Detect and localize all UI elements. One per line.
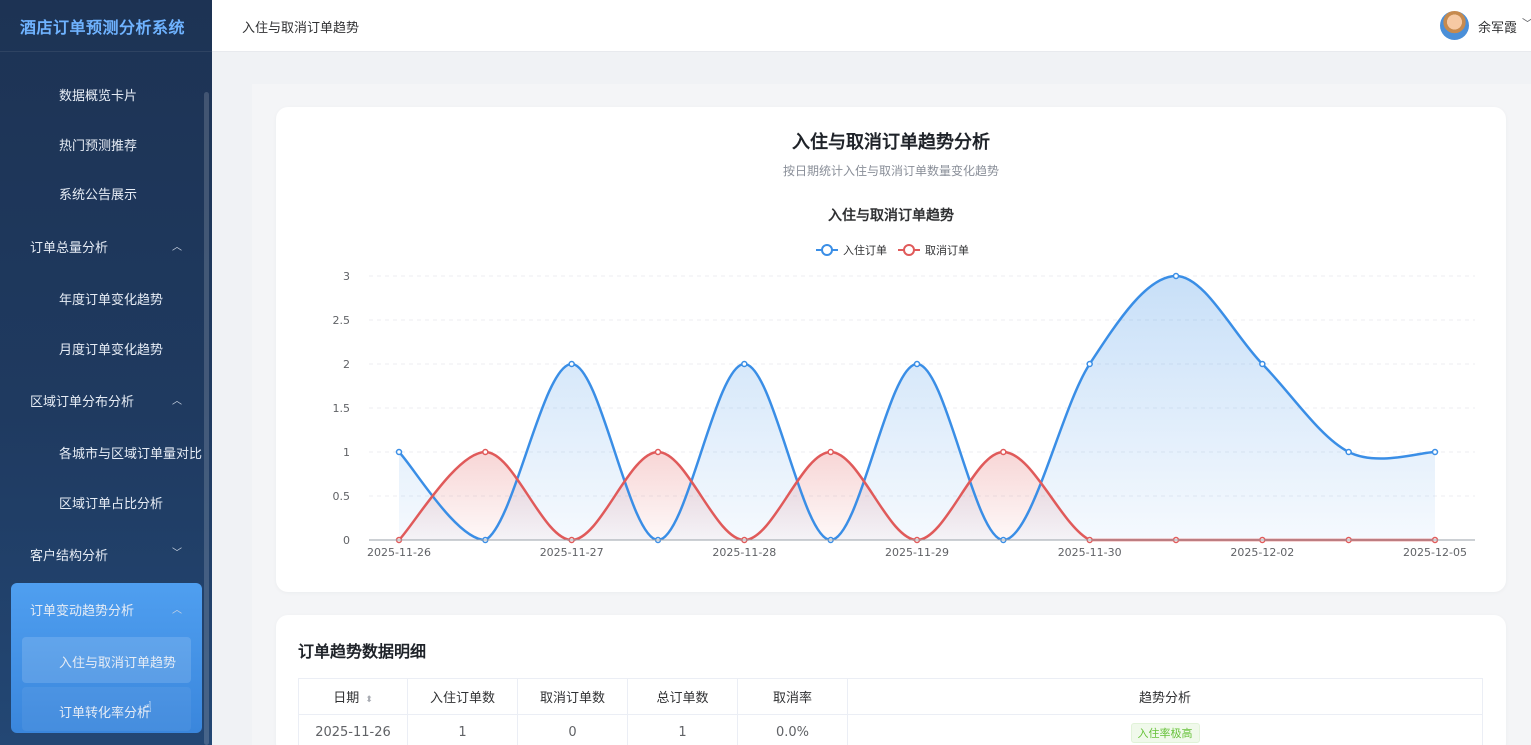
table-title: 订单趋势数据明细 [298, 642, 427, 661]
trend-detail-table: 日期 ⬍ 入住订单数 取消订单数 总订单数 取消率 趋势分析 2025-11-26… [298, 678, 1483, 745]
chevron-up-icon[interactable]: ︿ [172, 601, 182, 616]
y-tick-label: 0 [343, 534, 350, 547]
sidebar-item-announcements[interactable]: 系统公告展示 [59, 184, 137, 203]
chevron-up-icon[interactable]: ︿ [172, 392, 182, 407]
chevron-down-icon[interactable]: ﹀ [172, 544, 182, 559]
breadcrumb: 入住与取消订单趋势 [242, 21, 360, 36]
chart-y-axis: 0 0.5 1 1.5 2 2.5 3 [333, 270, 351, 547]
sort-icon[interactable]: ⬍ [365, 695, 373, 705]
chevron-down-icon[interactable]: ﹀ [1522, 15, 1531, 31]
x-tick-label: 2025-11-26 [367, 546, 431, 559]
y-tick-label: 1.5 [333, 402, 351, 415]
y-tick-label: 3 [343, 270, 350, 283]
sidebar-group-order-trend[interactable]: 订单变动趋势分析 [30, 600, 134, 619]
data-point [1259, 360, 1266, 368]
legend-marker [903, 244, 915, 256]
sidebar-group-region[interactable]: 区域订单分布分析 [30, 391, 134, 410]
cell-checkin: 1 [407, 714, 518, 745]
data-point [741, 360, 748, 368]
cell-total: 1 [627, 714, 738, 745]
legend-marker [821, 244, 833, 256]
sidebar-item-data-overview[interactable]: 数据概览卡片 [59, 85, 137, 104]
table-card: 订单趋势数据明细 日期 ⬍ 入住订单数 取消订单数 总订单数 取消率 趋势分析 2… [276, 615, 1506, 745]
chart-card: 入住与取消订单趋势分析 按日期统计入住与取消订单数量变化趋势 入住与取消订单趋势… [276, 107, 1506, 592]
chart-areas [399, 276, 1435, 540]
sidebar-item-yearly-trend[interactable]: 年度订单变化趋势 [59, 289, 163, 308]
chart-x-axis: 2025-11-26 2025-11-27 2025-11-28 2025-11-29… [367, 539, 1475, 559]
x-tick-label: 2025-11-29 [885, 546, 949, 559]
legend-label: 取消订单 [925, 243, 969, 257]
col-header-date[interactable]: 日期 ⬍ [298, 678, 408, 715]
data-point [654, 448, 662, 456]
username[interactable]: 余军霞 [1478, 17, 1517, 36]
x-tick-label: 2025-11-30 [1058, 546, 1122, 559]
data-point [395, 448, 403, 456]
sidebar-group-order-total[interactable]: 订单总量分析 [30, 237, 108, 256]
sidebar-scrollbar[interactable] [204, 92, 209, 745]
sidebar: 酒店订单预测分析系统 数据概览卡片 热门预测推荐 系统公告展示 订单总量分析 ︿… [0, 0, 212, 745]
sidebar-item-hot-predictions[interactable]: 热门预测推荐 [59, 135, 137, 154]
data-point [1345, 448, 1352, 456]
trend-chart[interactable]: 入住与取消订单趋势 入住订单 取消订单 2025-11-26 2025-11-27 2… [276, 107, 1506, 592]
cell-date: 2025-11-26 [298, 714, 408, 745]
cell-cancel: 0 [517, 714, 628, 745]
col-header-checkin: 入住订单数 [407, 678, 518, 715]
col-header-total: 总订单数 [627, 678, 738, 715]
trend-tag: 入住率极高 [1130, 722, 1200, 743]
col-header-trend: 趋势分析 [847, 678, 1483, 715]
x-tick-label: 2025-11-27 [540, 546, 604, 559]
app-title: 酒店订单预测分析系统 [0, 0, 212, 52]
sidebar-group-customer[interactable]: 客户结构分析 [30, 545, 108, 564]
sidebar-item-conversion-rate[interactable]: 订单转化率分析 [59, 702, 150, 721]
y-tick-label: 1 [343, 446, 350, 459]
table-header-row: 日期 ⬍ 入住订单数 取消订单数 总订单数 取消率 趋势分析 [298, 678, 1483, 715]
data-point [1431, 448, 1439, 456]
legend-label: 入住订单 [843, 243, 887, 257]
y-tick-label: 2 [343, 358, 350, 371]
data-point [482, 448, 489, 456]
chart-title: 入住与取消订单趋势 [828, 207, 954, 224]
col-header-date-label: 日期 [333, 691, 360, 706]
col-header-cancel: 取消订单数 [517, 678, 628, 715]
data-point [827, 448, 834, 456]
cell-rate: 0.0% [737, 714, 848, 745]
y-tick-label: 0.5 [333, 490, 351, 503]
col-header-rate: 取消率 [737, 678, 848, 715]
data-point [913, 360, 921, 368]
table-row: 2025-11-26 1 0 1 0.0% 入住率极高 [298, 714, 1483, 745]
data-point [568, 360, 575, 368]
x-tick-label: 2025-12-05 [1403, 546, 1467, 559]
series-area [399, 276, 1435, 540]
sidebar-item-city-compare[interactable]: 各城市与区域订单量对比 [59, 443, 202, 462]
sidebar-item-checkin-cancel-trend[interactable]: 入住与取消订单趋势 [59, 652, 176, 671]
x-tick-label: 2025-11-28 [712, 546, 776, 559]
top-header: 入住与取消订单趋势 余军霞 ﹀ [212, 0, 1531, 52]
data-point [1000, 448, 1007, 456]
data-point [1086, 360, 1093, 368]
chart-legend[interactable]: 入住订单 取消订单 [816, 243, 969, 257]
cell-trend: 入住率极高 [847, 714, 1483, 745]
y-tick-label: 2.5 [333, 314, 351, 327]
sidebar-item-region-share[interactable]: 区域订单占比分析 [59, 493, 163, 512]
chevron-up-icon[interactable]: ︿ [172, 238, 182, 253]
data-point [1172, 272, 1180, 280]
hand-cursor-icon: ☝ [143, 698, 153, 716]
avatar[interactable] [1440, 11, 1469, 40]
sidebar-item-monthly-trend[interactable]: 月度订单变化趋势 [59, 339, 163, 358]
x-tick-label: 2025-12-02 [1230, 546, 1294, 559]
